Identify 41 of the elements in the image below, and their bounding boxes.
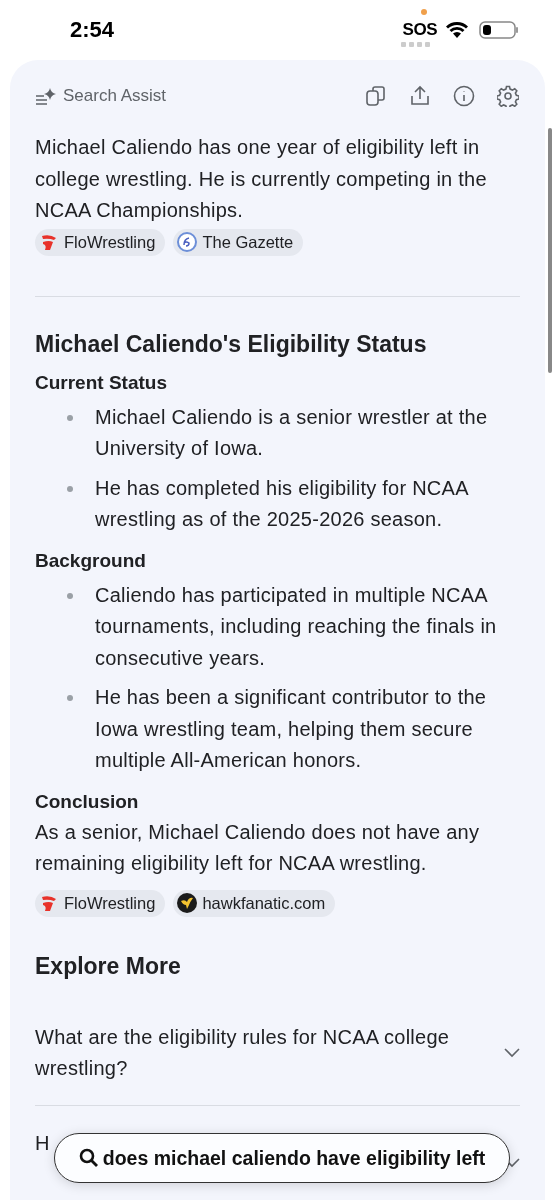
settings-button[interactable] [496,84,520,108]
section-heading: Explore More [35,952,182,980]
bullet-text: He has been a significant contributor to the Iowa wrestling team, helping them secure multiple All-American honors. [95,685,488,773]
section-heading: Michael Caliendo's Eligibility Status [35,330,428,358]
search-query[interactable]: does michael caliendo have eligibility left [102,1146,486,1170]
copy-button[interactable] [364,84,388,108]
search-query-toast[interactable]: does michael caliendo have eligibility left [54,1133,510,1183]
battery-icon [479,20,519,40]
privacy-dot-icon [421,9,427,15]
panel-title: Search Assist [63,86,167,106]
swoosh-logo-icon [39,893,59,913]
source-chip[interactable]: The Gazette [173,228,304,256]
bullet-icon [67,414,73,421]
chevron-icon[interactable] [504,1048,520,1058]
bullet-icon [67,485,73,492]
summary-paragraph: Michael Caliendo has one year of eligibility left in college wrestling. He is currently competing in the NCAA Championships. [35,135,488,223]
bullet-icon [67,592,73,599]
question-text[interactable]: What are the eligibility rules for NCAA college wrestling? [35,1021,504,1085]
info-button[interactable] [452,84,476,108]
circle-logo-icon [177,232,198,252]
bird-logo-icon [177,893,198,913]
bullet-text: He has completed his eligibility for NCAA wrestling as of the 2025-2026 season. [95,475,470,532]
subheading: Current Status [35,370,168,395]
signal-dots-icon [401,42,431,47]
subheading: Conclusion [35,789,140,814]
sparkle-list-icon [35,87,57,105]
source-chip[interactable]: FloWrestling [35,889,166,917]
wifi-icon [445,21,469,39]
carrier-label: SOS [402,20,437,40]
bullet-icon [67,695,73,701]
bullet-text: Caliendo has participated in multiple NCAA tournaments, including reaching the finals in consecutive years. [95,582,498,671]
search-icon [78,1148,99,1168]
bullet-text: Michael Caliendo is a senior wrestler at the University of Iowa. [95,404,489,461]
source-chip[interactable]: FloWrestling [35,228,166,256]
conclusion-paragraph: As a senior, Michael Caliendo does not have any remaining eligibility left for NCAA wrestling. [35,819,481,876]
share-button[interactable] [408,84,432,108]
subheading: Background [35,548,147,573]
swoosh-logo-icon [39,232,59,252]
source-chip[interactable]: hawkfanatic.com [173,889,336,917]
scrollbar[interactable] [548,128,552,373]
clock-time: 2:54 [70,17,116,43]
